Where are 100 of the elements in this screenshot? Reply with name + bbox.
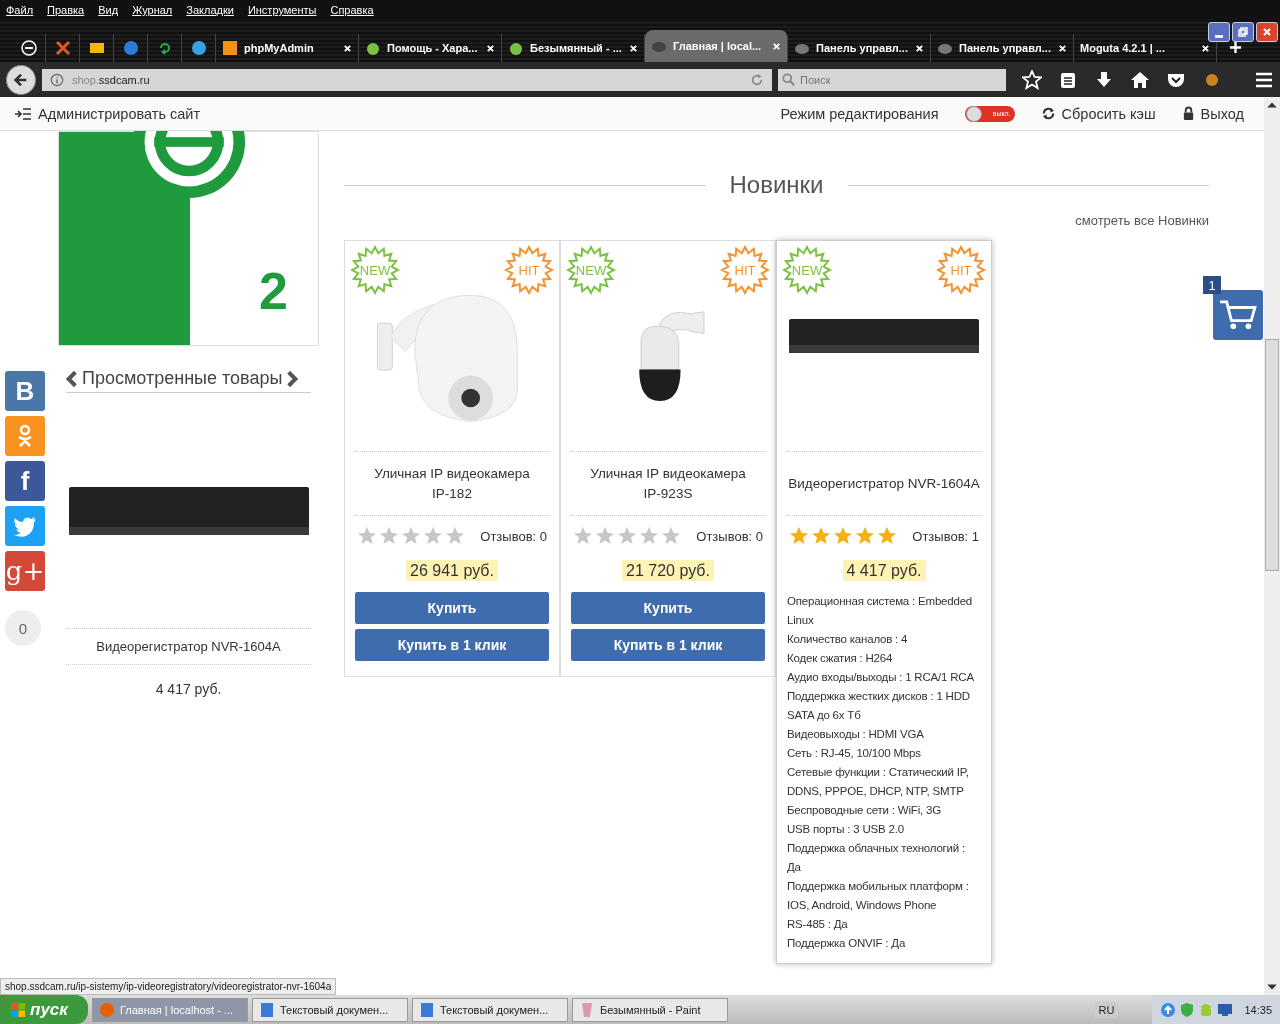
share-button[interactable]: B: [5, 371, 45, 411]
upload-icon[interactable]: [1160, 1001, 1177, 1018]
share-count: 0: [5, 610, 41, 646]
spec-line: Поддержка мобильных платформ : IOS, Android, Windows Phone: [787, 879, 970, 913]
refresh-icon: [1040, 106, 1056, 121]
spec-line: Поддержка ONVIF : Да: [787, 936, 907, 951]
menu-item[interactable]: Правка: [47, 4, 85, 16]
review-count[interactable]: Отзывов: 0: [696, 528, 763, 544]
close-button[interactable]: [1256, 22, 1278, 42]
product-card[interactable]: [776, 240, 992, 964]
document-icon: [258, 1001, 275, 1018]
buy-button[interactable]: Купить: [355, 592, 549, 624]
cart-button[interactable]: [1213, 290, 1263, 340]
buy-button[interactable]: Купить: [571, 592, 765, 624]
banner-number: 2: [259, 265, 288, 317]
buy-button[interactable]: Купить в 1 клик: [571, 629, 765, 661]
url-text: shop.ssdcam.ru: [71, 73, 151, 86]
hit-badge: HIT: [936, 245, 986, 295]
close-icon[interactable]: [1058, 43, 1067, 53]
spec-line: Поддержка жестких дисков : 1 HDD SATA до 6х Тб: [787, 689, 971, 723]
view-all-link[interactable]: смотреть все Новинки: [1075, 213, 1209, 228]
search-icon: [782, 72, 796, 87]
document-icon: [418, 1001, 435, 1018]
chevron-right-icon[interactable]: [286, 369, 299, 388]
cart-count: 1: [1203, 276, 1221, 294]
logout-link[interactable]: Выход: [1200, 105, 1244, 122]
review-count[interactable]: Отзывов: 1: [912, 528, 979, 544]
taskbar-item[interactable]: Безымянный - Paint: [571, 997, 728, 1022]
search-field[interactable]: Поиск: [778, 68, 1006, 91]
menu-item[interactable]: Инструменты: [247, 4, 317, 16]
spec-line: Аудио входы/выходы : 1 RCA/1 RCA: [787, 670, 975, 685]
menu-item[interactable]: Файл: [6, 4, 34, 16]
menu-item[interactable]: Справка: [330, 4, 374, 16]
tab-title: Панель управл...: [959, 42, 1052, 54]
product-name[interactable]: Видеорегистратор NVR-1604A: [787, 452, 981, 516]
menu-item[interactable]: Журнал: [132, 4, 173, 16]
product-price: 21 720 руб.: [622, 560, 714, 581]
restore-button[interactable]: [1232, 22, 1254, 42]
chevron-left-icon[interactable]: [66, 369, 78, 388]
spec-line: Поддержка облачных технологий : Да: [787, 841, 967, 875]
clear-cache-link[interactable]: Сбросить кэш: [1061, 105, 1156, 122]
taskbar-item[interactable]: Текстовый докумен...: [411, 997, 568, 1022]
viewed-products-title: Просмотренные товары: [82, 368, 283, 389]
browser-tab[interactable]: Главная | local...: [645, 30, 788, 62]
product-price: 4 417 руб.: [842, 560, 926, 581]
bird-icon: [13, 514, 37, 538]
hit-badge: HIT: [504, 245, 554, 295]
admin-link[interactable]: Администрировать сайт: [38, 105, 201, 122]
product-price: 26 941 руб.: [406, 560, 498, 581]
address-field[interactable]: shop.ssdcam.ru: [41, 68, 772, 91]
minimize-button[interactable]: [1208, 22, 1230, 42]
menu-item[interactable]: Вид: [98, 4, 119, 16]
tab-title: Помощь - Хара...: [387, 42, 479, 54]
share-button[interactable]: f: [5, 461, 45, 501]
spec-line: Сетевые функции : Статический IP, DDNS, PPPOE, DHCP, NTP, SMTP: [787, 765, 970, 799]
close-icon[interactable]: [915, 43, 924, 53]
spec-line: USB порты : 3 USB 2.0: [787, 822, 905, 837]
monitor-icon[interactable]: [1217, 1001, 1234, 1018]
product-card[interactable]: NEW HIT Уличная IP видеокамера IP-182 Отзывов: 0 26 941 руб. Купить Купить в 1 клик: [344, 240, 560, 677]
new-badge: NEW: [566, 245, 616, 295]
edit-mode-label: Режим редактирования: [780, 105, 939, 122]
back-button[interactable]: [6, 64, 36, 95]
windows-flag-icon: [10, 1001, 26, 1018]
new-badge: NEW: [782, 245, 832, 295]
product-name[interactable]: Уличная IP видеокамера IP-182: [355, 452, 549, 516]
section-title: Новинки: [729, 171, 824, 199]
share-button[interactable]: [5, 506, 45, 546]
spec-line: Видеовыходы : HDMI VGA: [787, 727, 925, 742]
language-indicator[interactable]: RU: [1094, 1001, 1119, 1018]
cart-icon: [1219, 299, 1257, 331]
menu-item[interactable]: Закладки: [186, 4, 234, 16]
menu-indent-icon: [14, 106, 32, 121]
home-icon[interactable]: [1130, 69, 1150, 90]
product-name[interactable]: Уличная IP видеокамера IP-923S: [571, 452, 765, 516]
minimize-icon: [1215, 34, 1223, 38]
scroll-thumb[interactable]: [1265, 339, 1279, 571]
info-icon[interactable]: [49, 72, 64, 87]
status-url: shop.ssdcam.ru/ip-sistemy/ip-videoregistratory/videoregistrator-nvr-1604a: [0, 978, 337, 995]
close-icon[interactable]: [343, 43, 352, 53]
tab-title: Главная | local...: [673, 40, 763, 52]
restore-icon: [1238, 27, 1248, 37]
hit-badge: HIT: [720, 245, 770, 295]
close-icon[interactable]: [629, 43, 638, 53]
spec-line: Кодек сжатия : H264: [787, 651, 894, 666]
product-price: 4 417 руб.: [154, 680, 223, 697]
close-icon[interactable]: [486, 43, 495, 53]
review-count[interactable]: Отзывов: 0: [480, 528, 547, 544]
product-name[interactable]: Видеорегистратор NVR-1604A: [66, 629, 311, 665]
spec-line: RS-485 : Да: [787, 917, 849, 932]
star-icon[interactable]: [1022, 69, 1042, 90]
product-card[interactable]: NEW HIT Уличная IP видеокамера IP-923S Отзывов: 0 21 720 руб. Купить Купить в 1 клик: [560, 240, 776, 677]
new-badge: NEW: [350, 245, 400, 295]
buy-button[interactable]: Купить в 1 клик: [355, 629, 549, 661]
start-button[interactable]: пуск: [0, 995, 88, 1024]
new-tab-icon[interactable]: [1229, 41, 1242, 54]
spec-line: Количество каналов : 4: [787, 632, 909, 647]
share-button[interactable]: g+: [5, 551, 45, 591]
taskbar-item[interactable]: Текстовый докумен...: [251, 997, 408, 1022]
close-icon[interactable]: [1201, 43, 1210, 53]
scrollbar[interactable]: [1264, 97, 1280, 995]
